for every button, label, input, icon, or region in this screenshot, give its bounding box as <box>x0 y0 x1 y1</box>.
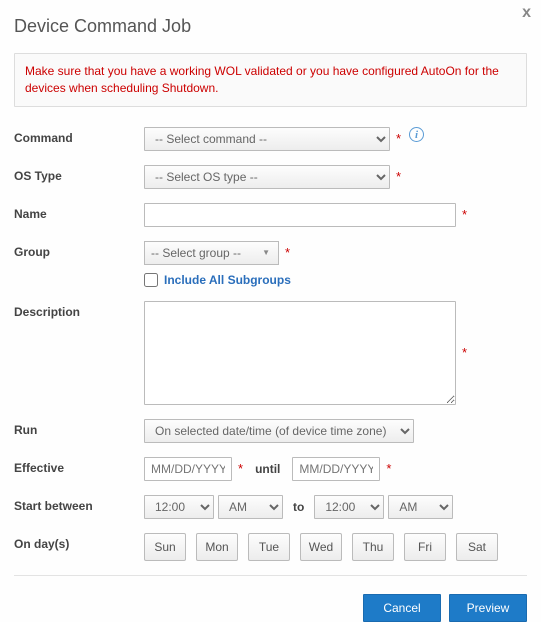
label-group: Group <box>14 241 144 259</box>
required-mark: * <box>238 461 243 476</box>
required-mark: * <box>285 245 290 260</box>
label-name: Name <box>14 203 144 221</box>
row-on-days: On day(s) Sun Mon Tue Wed Thu Fri Sat <box>14 533 527 561</box>
effective-until-input[interactable] <box>292 457 380 481</box>
include-subgroups-label: Include All Subgroups <box>164 273 291 287</box>
required-mark: * <box>462 207 467 222</box>
close-icon[interactable]: x <box>522 4 531 22</box>
label-until: until <box>255 462 280 476</box>
row-os-type: OS Type -- Select OS type -- * <box>14 165 527 189</box>
divider <box>14 575 527 576</box>
include-subgroups-checkbox[interactable] <box>144 273 158 287</box>
group-select[interactable]: -- Select group -- <box>144 241 279 265</box>
label-command: Command <box>14 127 144 145</box>
footer: Cancel Preview <box>14 594 527 622</box>
info-icon[interactable]: i <box>409 127 424 142</box>
description-textarea[interactable] <box>144 301 456 405</box>
label-description: Description <box>14 301 144 319</box>
group-select-value: -- Select group -- <box>151 246 241 260</box>
required-mark: * <box>386 461 391 476</box>
required-mark: * <box>462 345 467 360</box>
name-input[interactable] <box>144 203 456 227</box>
cancel-button[interactable]: Cancel <box>363 594 441 622</box>
row-name: Name * <box>14 203 527 227</box>
label-to: to <box>293 500 304 514</box>
row-run: Run On selected date/time (of device tim… <box>14 419 527 443</box>
label-on-days: On day(s) <box>14 533 144 551</box>
warning-banner: Make sure that you have a working WOL va… <box>14 53 527 107</box>
start-to-hour-select[interactable]: 12:00 <box>314 495 384 519</box>
label-run: Run <box>14 419 144 437</box>
os-type-select[interactable]: -- Select OS type -- <box>144 165 390 189</box>
page-title: Device Command Job <box>14 16 527 37</box>
row-effective: Effective * until * <box>14 457 527 481</box>
day-sun-button[interactable]: Sun <box>144 533 186 561</box>
effective-from-input[interactable] <box>144 457 232 481</box>
label-effective: Effective <box>14 457 144 475</box>
label-start-between: Start between <box>14 495 144 513</box>
row-group: Group -- Select group -- * <box>14 241 527 265</box>
row-start-between: Start between 12:00 AM to 12:00 AM <box>14 495 527 519</box>
run-select[interactable]: On selected date/time (of device time zo… <box>144 419 414 443</box>
day-fri-button[interactable]: Fri <box>404 533 446 561</box>
day-thu-button[interactable]: Thu <box>352 533 394 561</box>
day-wed-button[interactable]: Wed <box>300 533 342 561</box>
preview-button[interactable]: Preview <box>449 594 527 622</box>
command-select[interactable]: -- Select command -- <box>144 127 390 151</box>
day-mon-button[interactable]: Mon <box>196 533 238 561</box>
row-description: Description * <box>14 301 527 405</box>
start-from-hour-select[interactable]: 12:00 <box>144 495 214 519</box>
required-mark: * <box>396 169 401 184</box>
day-sat-button[interactable]: Sat <box>456 533 498 561</box>
start-to-ampm-select[interactable]: AM <box>388 495 453 519</box>
day-tue-button[interactable]: Tue <box>248 533 290 561</box>
row-include-subgroups: Include All Subgroups <box>144 273 527 287</box>
row-command: Command -- Select command -- * i <box>14 127 527 151</box>
required-mark: * <box>396 131 401 146</box>
start-from-ampm-select[interactable]: AM <box>218 495 283 519</box>
label-os-type: OS Type <box>14 165 144 183</box>
